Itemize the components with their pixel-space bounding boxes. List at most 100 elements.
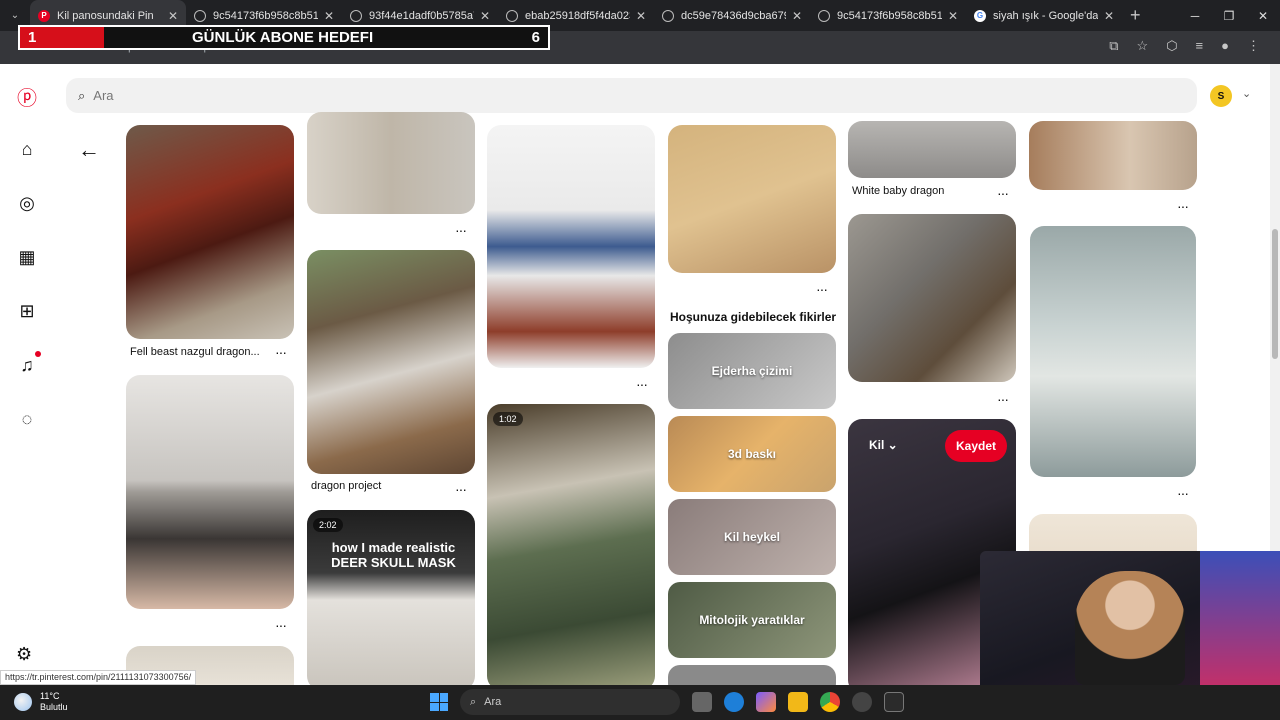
obs-icon[interactable] bbox=[852, 692, 872, 712]
close-icon[interactable]: ✕ bbox=[168, 9, 178, 23]
idea-label: Kil heykel bbox=[723, 530, 781, 544]
video-duration-badge: 1:02 bbox=[493, 412, 523, 426]
more-options-icon[interactable]: ··· bbox=[275, 344, 287, 360]
search-icon: ⌕ bbox=[78, 87, 86, 103]
close-icon[interactable]: ✕ bbox=[948, 9, 958, 23]
more-options-icon[interactable]: ··· bbox=[636, 376, 648, 392]
weather-widget[interactable]: 11°C Bulutlu bbox=[14, 691, 68, 713]
more-options-icon[interactable]: ··· bbox=[1177, 198, 1189, 214]
bookmark-star-icon[interactable]: ☆ bbox=[1137, 38, 1149, 54]
status-bar-url: https://tr.pinterest.com/pin/21111310733… bbox=[0, 670, 197, 685]
pin-clay-dragon[interactable] bbox=[307, 250, 475, 474]
settings-gear-icon[interactable]: ⚙ bbox=[16, 644, 32, 665]
board-name: Kil bbox=[869, 438, 885, 452]
pin-white-dragon-queen[interactable] bbox=[1030, 226, 1196, 477]
taskbar-search-label: Ara bbox=[484, 696, 502, 708]
pin-caption[interactable]: White baby dragon bbox=[852, 185, 944, 197]
weather-cloud-icon bbox=[14, 693, 32, 711]
terminal-icon[interactable] bbox=[884, 692, 904, 712]
pin-sculptor[interactable] bbox=[848, 214, 1016, 382]
pin-sketch-paper[interactable] bbox=[668, 125, 836, 273]
pin-clay-bowl[interactable] bbox=[1029, 121, 1197, 190]
close-icon[interactable]: ✕ bbox=[1104, 9, 1114, 23]
idea-label: Ejderha çizimi bbox=[711, 364, 793, 378]
pin-caption[interactable]: Fell beast nazgul dragon... bbox=[130, 346, 260, 358]
pin-blue-dragon[interactable] bbox=[487, 125, 655, 368]
video-overlay-text: how I made realistic DEER SKULL MASK bbox=[331, 540, 456, 570]
edge-icon[interactable] bbox=[724, 692, 744, 712]
idea-card-1[interactable]: 3d baskı bbox=[668, 416, 836, 492]
pin-caption[interactable]: dragon project bbox=[311, 480, 381, 492]
task-view-icon[interactable] bbox=[692, 692, 712, 712]
copilot-icon[interactable] bbox=[756, 692, 776, 712]
idea-label: 3d baskı bbox=[727, 447, 777, 461]
close-icon[interactable]: ✕ bbox=[480, 9, 490, 23]
tab-4[interactable]: dc59e78436d9cba679a15 ✕ bbox=[654, 0, 810, 31]
menu-kebab-icon[interactable]: ⋮ bbox=[1247, 38, 1260, 54]
pin-red-dragon[interactable] bbox=[126, 125, 294, 339]
goal-title: GÜNLÜK ABONE HEDEFI bbox=[192, 29, 374, 46]
close-window-icon[interactable]: ✕ bbox=[1246, 0, 1280, 31]
pin-green-dragon-video[interactable]: 1:02 bbox=[487, 404, 655, 685]
windows-taskbar: 11°C Bulutlu ⌕ Ara bbox=[0, 685, 1280, 720]
pinterest-icon: P bbox=[38, 9, 50, 22]
more-options-icon[interactable]: ··· bbox=[455, 222, 467, 238]
home-icon[interactable]: ⌂ bbox=[16, 138, 38, 160]
install-app-icon[interactable]: ⧉ bbox=[1109, 38, 1118, 54]
new-tab-button[interactable]: + bbox=[1130, 5, 1141, 26]
tab-title: siyah ışık - Google'da Ara bbox=[993, 9, 1098, 22]
save-button[interactable]: Kaydet bbox=[945, 430, 1007, 462]
close-icon[interactable]: ✕ bbox=[636, 9, 646, 23]
notifications-icon[interactable]: ♫ bbox=[16, 354, 38, 376]
search-placeholder: Ara bbox=[93, 88, 114, 103]
tab-6[interactable]: G siyah ışık - Google'da Ara ✕ bbox=[966, 0, 1122, 31]
tab-title: ebab25918df5f4da023e4 bbox=[525, 9, 630, 22]
more-options-icon[interactable]: ··· bbox=[816, 281, 828, 297]
chrome-icon[interactable] bbox=[820, 692, 840, 712]
messages-icon[interactable]: ◌ bbox=[16, 408, 38, 430]
back-arrow-icon[interactable]: ← bbox=[78, 137, 100, 163]
create-icon[interactable]: ⊞ bbox=[16, 300, 38, 322]
pin-deer-skull-video[interactable]: 2:02 how I made realistic DEER SKULL MAS… bbox=[307, 510, 475, 685]
tab-title: dc59e78436d9cba679a15 bbox=[681, 9, 786, 22]
more-options-icon[interactable]: ··· bbox=[275, 617, 287, 633]
google-icon: G bbox=[974, 9, 986, 22]
globe-icon bbox=[662, 9, 674, 22]
pin-sketch-dragon[interactable] bbox=[307, 112, 475, 214]
pin-white-baby-dragon[interactable] bbox=[848, 121, 1016, 178]
close-icon[interactable]: ✕ bbox=[792, 9, 802, 23]
more-options-icon[interactable]: ··· bbox=[455, 481, 467, 497]
idea-card-4[interactable] bbox=[668, 665, 836, 685]
close-icon[interactable]: ✕ bbox=[324, 9, 334, 23]
boards-icon[interactable]: ▦ bbox=[16, 246, 38, 268]
extensions-icon[interactable]: ⬡ bbox=[1166, 38, 1177, 54]
search-icon: ⌕ bbox=[470, 695, 477, 708]
more-options-icon[interactable]: ··· bbox=[1177, 485, 1189, 501]
chevron-down-icon[interactable]: ⌄ bbox=[1242, 87, 1251, 100]
board-select-dropdown[interactable]: Kil ⌄ bbox=[869, 438, 898, 452]
more-options-icon[interactable]: ··· bbox=[997, 185, 1009, 201]
idea-card-0[interactable]: Ejderha çizimi bbox=[668, 333, 836, 409]
explore-icon[interactable]: ◎ bbox=[16, 192, 38, 214]
tab-title: 93f44e1dadf0b5785a7b0 bbox=[369, 9, 474, 22]
media-icon[interactable]: ≡ bbox=[1196, 38, 1204, 54]
scrollbar-thumb[interactable] bbox=[1272, 229, 1278, 359]
avatar[interactable]: S bbox=[1210, 85, 1232, 107]
tab-5[interactable]: 9c54173f6b958c8b51d0a ✕ bbox=[810, 0, 966, 31]
idea-card-3[interactable]: Mitolojik yaratıklar bbox=[668, 582, 836, 658]
start-windows-icon[interactable] bbox=[430, 693, 448, 711]
pin-black-dragon[interactable] bbox=[126, 375, 294, 609]
left-nav: ⓟ ⌂ ◎ ▦ ⊞ ♫ ◌ bbox=[0, 64, 56, 685]
video-duration-badge: 2:02 bbox=[313, 518, 343, 532]
taskbar-search[interactable]: ⌕ Ara bbox=[460, 689, 680, 715]
pinterest-logo-icon[interactable]: ⓟ bbox=[16, 85, 38, 110]
webcam-overlay bbox=[980, 551, 1280, 685]
file-explorer-icon[interactable] bbox=[788, 692, 808, 712]
search-input[interactable]: ⌕ Ara bbox=[66, 78, 1197, 113]
idea-card-2[interactable]: Kil heykel bbox=[668, 499, 836, 575]
idea-label: Mitolojik yaratıklar bbox=[699, 613, 805, 627]
profile-icon[interactable]: ● bbox=[1221, 38, 1229, 54]
minimize-icon[interactable]: ─ bbox=[1178, 0, 1212, 31]
restore-icon[interactable]: ❐ bbox=[1212, 0, 1246, 31]
more-options-icon[interactable]: ··· bbox=[997, 391, 1009, 407]
